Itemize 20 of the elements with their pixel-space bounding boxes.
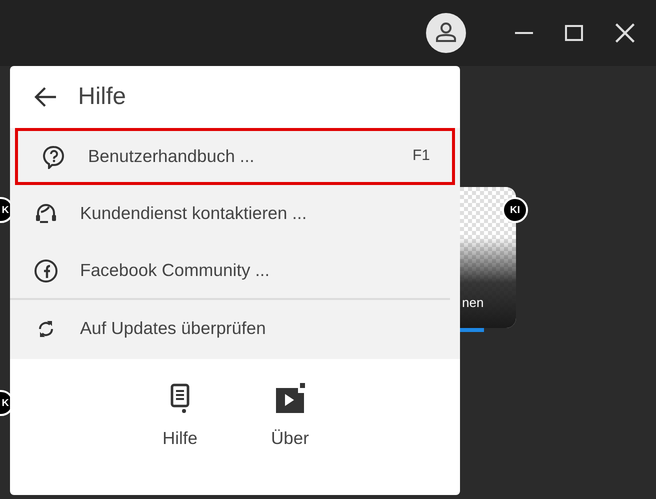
- menu-title: Hilfe: [78, 82, 126, 112]
- shortcut-label: F1: [412, 146, 430, 166]
- maximize-icon[interactable]: [564, 23, 584, 43]
- footer-button[interactable]: Hilfe: [155, 381, 205, 451]
- account-icon[interactable]: [426, 13, 466, 53]
- ai-badge: KI: [502, 197, 528, 223]
- menu-item[interactable]: Benutzerhandbuch ... F1: [15, 128, 455, 185]
- menu-item-label: Benutzerhandbuch ...: [88, 145, 256, 168]
- back-arrow-icon[interactable]: [34, 85, 58, 109]
- facebook-icon: [34, 258, 58, 282]
- menu-item-label: Auf Updates überprüfen: [80, 317, 267, 340]
- headset-icon: [34, 202, 58, 226]
- play-icon: [274, 382, 306, 415]
- card-caption: nen: [462, 294, 484, 312]
- book-icon: [169, 382, 191, 415]
- menu-item-label: Kundendienst kontaktieren ...: [80, 202, 308, 226]
- help-icon: [43, 144, 65, 168]
- menu-item-label: Facebook Community ...: [80, 259, 271, 282]
- footer-button[interactable]: Über: [265, 381, 315, 451]
- close-icon[interactable]: [614, 22, 636, 44]
